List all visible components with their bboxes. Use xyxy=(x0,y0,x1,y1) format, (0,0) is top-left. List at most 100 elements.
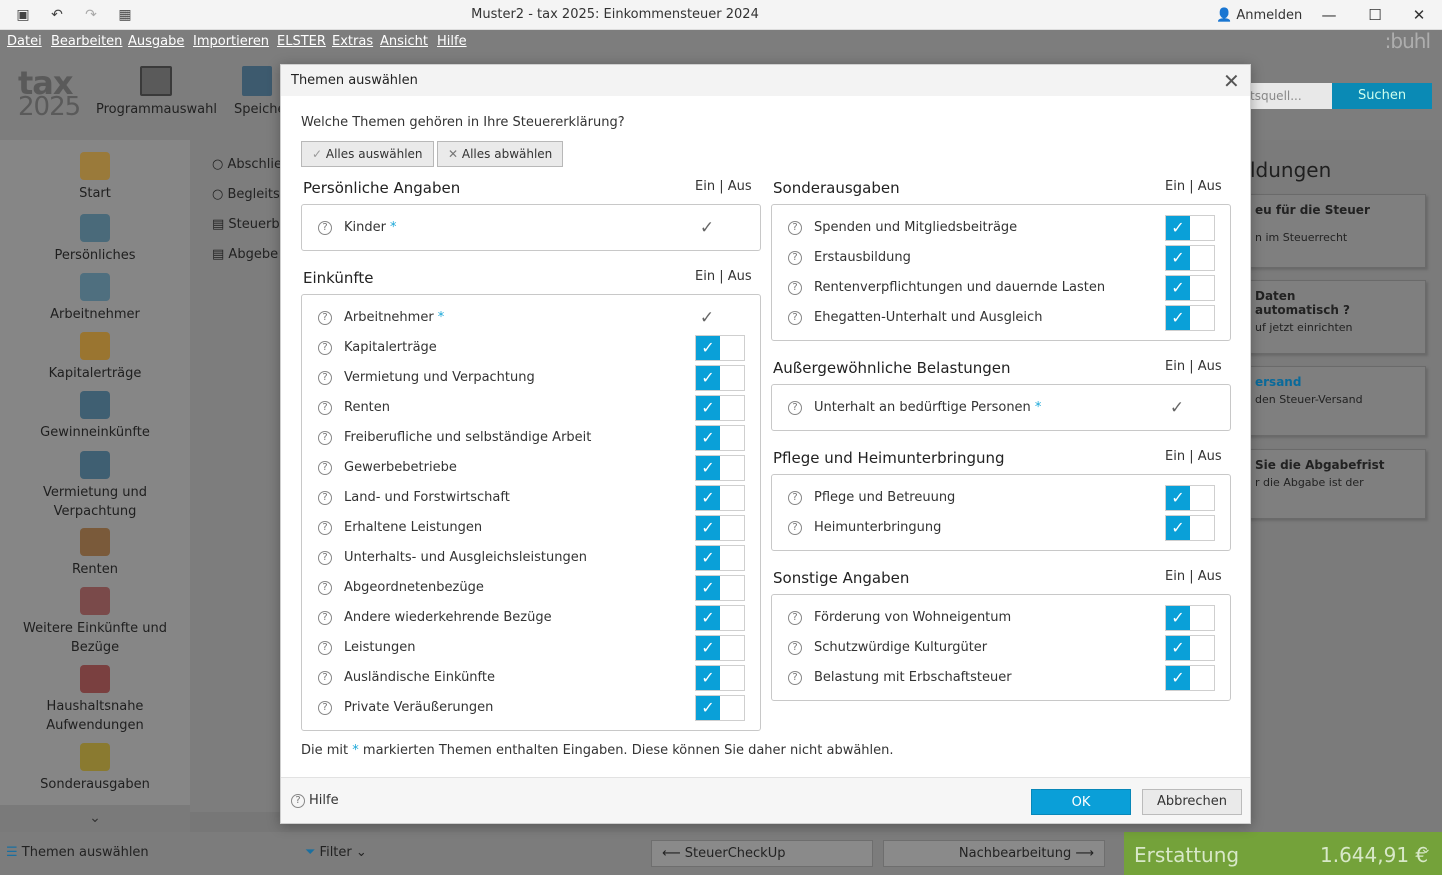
help-icon[interactable]: ? xyxy=(318,490,332,505)
help-icon[interactable]: ? xyxy=(788,670,802,685)
check-icon: ✓ xyxy=(696,366,720,390)
help-icon[interactable]: ? xyxy=(318,700,332,715)
help-icon[interactable]: ? xyxy=(788,250,802,265)
topic-toggle[interactable]: ✓ xyxy=(695,545,745,571)
help-icon[interactable]: ? xyxy=(318,460,332,475)
topic-toggle[interactable]: ✓ xyxy=(1165,605,1215,631)
list-item-begleitschreiben[interactable]: ○ Begleits xyxy=(212,187,280,202)
help-icon[interactable]: ? xyxy=(318,640,332,655)
topic-toggle[interactable]: ✓ xyxy=(695,635,745,661)
topic-toggle[interactable]: ✓ xyxy=(1165,515,1215,541)
topic-toggle[interactable]: ✓ xyxy=(695,665,745,691)
close-icon[interactable]: ✕ xyxy=(1223,69,1240,93)
help-button[interactable]: ? Hilfe xyxy=(291,793,339,808)
help-icon[interactable]: ? xyxy=(318,370,332,385)
help-icon[interactable]: ? xyxy=(788,640,802,655)
topic-toggle[interactable]: ✓ xyxy=(1165,665,1215,691)
sidebar-scroll-down[interactable]: ⌄ xyxy=(0,805,190,832)
filter-button[interactable]: ⏷ Filter ⌄ xyxy=(305,845,367,860)
list-item-abgeben[interactable]: ▤ Abgebe xyxy=(212,247,278,262)
help-icon[interactable]: ? xyxy=(318,220,332,235)
nachbearbeitung-button[interactable]: Nachbearbeitung ⟶ xyxy=(883,840,1105,867)
topic-toggle[interactable]: ✓ xyxy=(695,335,745,361)
menu-bearbeiten[interactable]: Bearbeiten xyxy=(51,34,122,49)
topic-toggle[interactable]: ✓ xyxy=(695,425,745,451)
help-icon[interactable]: ? xyxy=(788,610,802,625)
list-item-steuerbescheid[interactable]: ▤ Steuerb xyxy=(212,217,280,232)
programmauswahl-button[interactable]: Programmauswahl xyxy=(96,66,217,117)
menu-ansicht[interactable]: Ansicht xyxy=(380,34,428,49)
menu-elster[interactable]: ELSTER xyxy=(277,34,326,49)
speichern-button[interactable]: Speiche xyxy=(234,66,280,117)
menu-importieren[interactable]: Importieren xyxy=(193,34,269,49)
search-input[interactable]: tsquell... xyxy=(1244,83,1332,109)
help-icon[interactable]: ? xyxy=(318,580,332,595)
help-icon[interactable]: ? xyxy=(788,400,802,415)
menu-ausgabe[interactable]: Ausgabe xyxy=(128,34,184,49)
help-icon[interactable]: ? xyxy=(788,310,802,325)
card-title: eu für die Steuer xyxy=(1255,203,1370,217)
topic-toggle[interactable]: ✓ xyxy=(695,395,745,421)
info-card[interactable]: eu für die Steuer n im Steuerrecht xyxy=(1238,194,1426,268)
themen-auswaehlen-button[interactable]: ☰ Themen auswählen xyxy=(6,845,149,860)
help-icon[interactable]: ? xyxy=(788,490,802,505)
erstattung-panel[interactable]: Erstattung 1.644,91 € ⌄ xyxy=(1124,832,1442,875)
help-icon[interactable]: ? xyxy=(318,400,332,415)
topic-toggle[interactable]: ✓ xyxy=(695,455,745,481)
search-button[interactable]: Suchen xyxy=(1332,83,1432,109)
topic-toggle[interactable]: ✓ xyxy=(1165,275,1215,301)
topic-toggle[interactable]: ✓ xyxy=(695,485,745,511)
topic-toggle[interactable]: ✓ xyxy=(1165,215,1215,241)
sidebar-item-start[interactable]: Start xyxy=(0,152,190,203)
sidebar-item-arbeitnehmer[interactable]: Arbeitnehmer xyxy=(0,273,190,324)
sidebar-item-label: Haushaltsnahe Aufwendungen xyxy=(46,699,144,733)
help-icon[interactable]: ? xyxy=(788,520,802,535)
help-icon[interactable]: ? xyxy=(318,550,332,565)
help-icon[interactable]: ? xyxy=(318,610,332,625)
topic-toggle[interactable]: ✓ xyxy=(1165,485,1215,511)
chevron-down-icon: ⌄ xyxy=(355,845,367,860)
maximize-button[interactable]: ☐ xyxy=(1352,0,1398,30)
menu-datei[interactable]: Datei xyxy=(7,34,42,49)
help-icon[interactable]: ? xyxy=(318,310,332,325)
help-icon[interactable]: ? xyxy=(788,220,802,235)
ok-button[interactable]: OK xyxy=(1031,789,1131,815)
sidebar-item-haushaltsnahe[interactable]: Haushaltsnahe Aufwendungen xyxy=(0,665,190,735)
steuercheckup-button[interactable]: ⟵ SteuerCheckUp xyxy=(651,840,873,867)
sidebar-item-sonderausgaben[interactable]: Sonderausgaben xyxy=(0,743,190,794)
sidebar-item-renten[interactable]: Renten xyxy=(0,528,190,579)
topic-label: Förderung von Wohneigentum xyxy=(814,610,1012,625)
topic-toggle[interactable]: ✓ xyxy=(1165,305,1215,331)
login-button[interactable]: 👤 Anmelden xyxy=(1216,0,1302,32)
topic-toggle[interactable]: ✓ xyxy=(1165,635,1215,661)
sidebar-item-gewinneinkuenfte[interactable]: Gewinneinkünfte xyxy=(0,391,190,442)
card-text: den Steuer-Versand xyxy=(1255,393,1363,406)
minimize-button[interactable]: — xyxy=(1306,0,1352,30)
close-window-button[interactable]: ✕ xyxy=(1396,0,1442,30)
sidebar-item-kapitalertraege[interactable]: Kapitalerträge xyxy=(0,332,190,383)
help-icon[interactable]: ? xyxy=(788,280,802,295)
help-icon[interactable]: ? xyxy=(318,430,332,445)
select-all-button[interactable]: ✓ Alles auswählen xyxy=(301,141,434,167)
topic-toggle[interactable]: ✓ xyxy=(695,695,745,721)
list-item-abschliessen[interactable]: ○ Abschlie xyxy=(212,157,282,172)
topic-toggle[interactable]: ✓ xyxy=(1165,245,1215,271)
section-box-sonderausgaben: ? Spenden und Mitgliedsbeiträge ✓? Erstausb… xyxy=(771,204,1231,341)
info-card[interactable]: Sie die Abgabefrist r die Abgabe ist der xyxy=(1238,449,1426,519)
help-icon[interactable]: ? xyxy=(318,340,332,355)
menu-extras[interactable]: Extras xyxy=(332,34,373,49)
sidebar-item-persoenliches[interactable]: Persönliches xyxy=(0,214,190,265)
topic-toggle[interactable]: ✓ xyxy=(695,515,745,541)
info-card[interactable]: Daten automatisch ? uf jetzt einrichten xyxy=(1238,280,1426,354)
sidebar-item-vermietung[interactable]: Vermietung und Verpachtung xyxy=(0,451,190,521)
sidebar-item-weitere-einkuenfte[interactable]: Weitere Einkünfte und Bezüge xyxy=(0,587,190,657)
topic-toggle[interactable]: ✓ xyxy=(695,575,745,601)
deselect-all-button[interactable]: ✕ Alles abwählen xyxy=(437,141,564,167)
topic-toggle[interactable]: ✓ xyxy=(695,605,745,631)
menu-hilfe[interactable]: Hilfe xyxy=(437,34,467,49)
cancel-button[interactable]: Abbrechen xyxy=(1142,789,1242,815)
help-icon[interactable]: ? xyxy=(318,520,332,535)
help-icon[interactable]: ? xyxy=(318,670,332,685)
topic-toggle[interactable]: ✓ xyxy=(695,365,745,391)
info-card[interactable]: ersand den Steuer-Versand xyxy=(1238,366,1426,436)
